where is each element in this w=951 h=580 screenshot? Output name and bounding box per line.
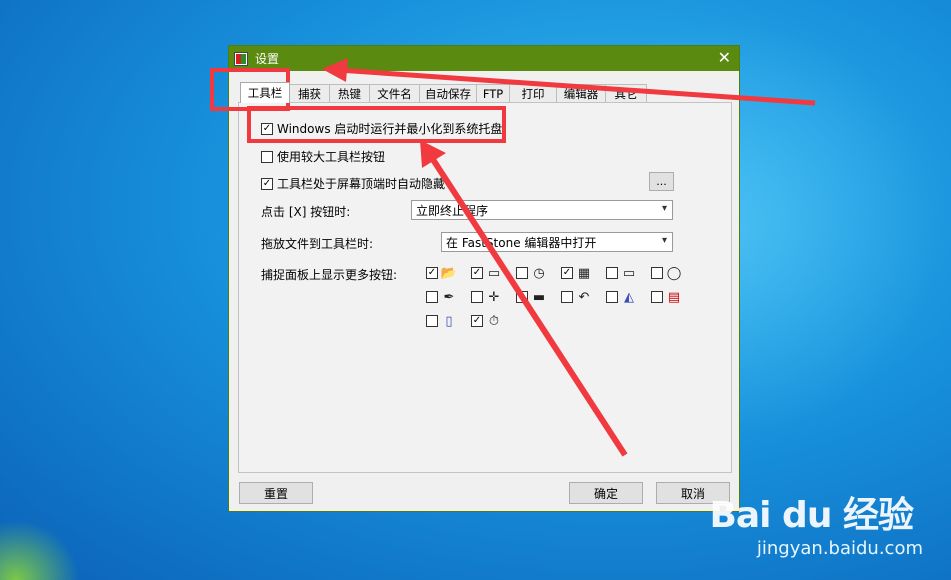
- arrow-to-tab-head: [322, 58, 348, 82]
- arrow-to-option: [429, 156, 628, 457]
- tab-toolbar[interactable]: 工具栏: [240, 82, 290, 103]
- baidu-watermark: Bai du 经验 jingyan.baidu.com: [709, 486, 923, 559]
- watermark-brand: Bai du 经验: [709, 495, 914, 536]
- watermark-url: jingyan.baidu.com: [756, 538, 923, 559]
- arrow-to-tab: [337, 67, 816, 106]
